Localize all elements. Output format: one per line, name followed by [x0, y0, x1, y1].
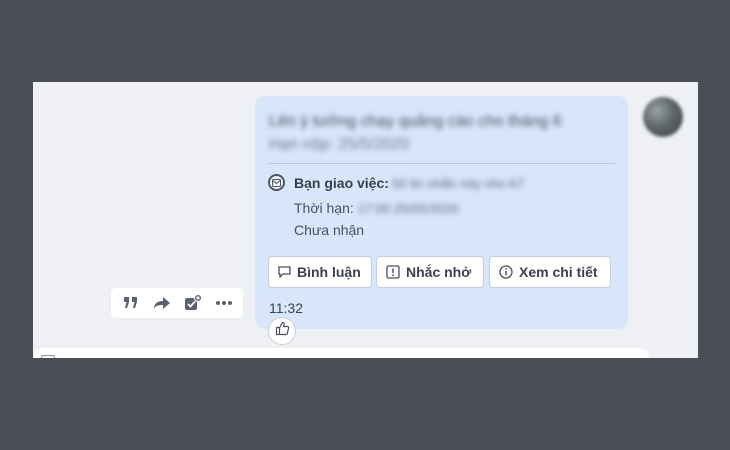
thumbs-up-icon	[275, 321, 290, 341]
card-divider	[269, 163, 615, 164]
task-message-card: Lên ý tưởng chạy quảng cáo cho tháng 6 H…	[255, 96, 628, 329]
task-title: Lên ý tưởng chạy quảng cáo cho tháng 6	[269, 113, 562, 130]
info-icon	[499, 265, 513, 279]
forward-icon[interactable]	[150, 291, 174, 315]
view-detail-button[interactable]: Xem chi tiết	[489, 256, 611, 288]
comment-icon	[278, 266, 291, 278]
exclamation-icon	[386, 265, 400, 279]
assign-label: Bạn giao việc:	[294, 175, 389, 191]
remind-button-label: Nhắc nhở	[406, 264, 472, 280]
deadline-label: Thời hạn:	[294, 200, 354, 216]
deadline-value: 17:00 25/05/2020	[357, 201, 459, 216]
sender-avatar[interactable]	[643, 97, 683, 137]
like-button[interactable]	[268, 317, 296, 345]
more-icon[interactable]	[212, 291, 236, 315]
task-checkbox-icon	[268, 174, 285, 191]
task-deadline: Hạn nộp: 25/5/2020	[269, 136, 410, 153]
task-status: Chưa nhận	[294, 222, 365, 238]
comment-button-label: Bình luận	[297, 264, 361, 280]
message-time: 11:32	[269, 300, 303, 316]
quote-icon[interactable]	[119, 291, 143, 315]
comment-button[interactable]: Bình luận	[268, 256, 372, 288]
add-task-icon[interactable]	[181, 291, 205, 315]
chat-panel: Lên ý tưởng chạy quảng cáo cho tháng 6 H…	[33, 82, 698, 358]
remind-button[interactable]: Nhắc nhở	[376, 256, 484, 288]
message-action-bar	[111, 288, 243, 318]
view-detail-button-label: Xem chi tiết	[519, 264, 598, 280]
assign-row: Bạn giao việc: 50 tin nhắn này cho A7	[294, 175, 524, 191]
deadline-row: Thời hạn: 17:00 25/05/2020	[294, 200, 459, 216]
message-composer[interactable]	[33, 348, 649, 358]
assign-value: 50 tin nhắn này cho A7	[391, 176, 525, 191]
composer-icon	[41, 355, 55, 358]
